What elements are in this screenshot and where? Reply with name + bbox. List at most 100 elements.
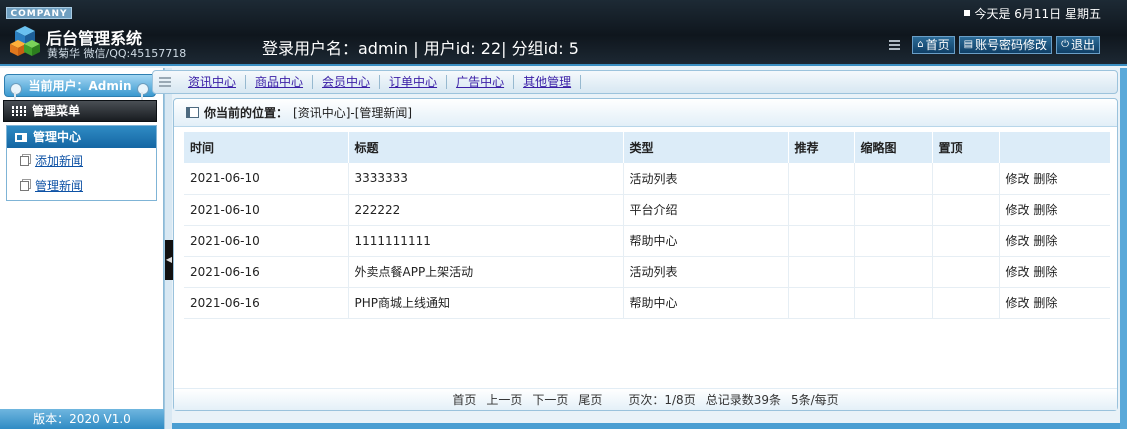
home-button-label: 首页: [925, 38, 950, 52]
per-page-info: 5条/每页: [790, 393, 839, 407]
first-page-link[interactable]: 首页: [452, 391, 476, 408]
account-password-button-label: 账号密码修改: [975, 38, 1048, 52]
cell-pinned: [932, 225, 1000, 257]
tab-news-center[interactable]: 资讯中心: [179, 75, 247, 89]
cell-actions: 修改 删除: [999, 287, 1110, 319]
cubes-logo-icon: [10, 26, 40, 56]
cell-title: 外卖点餐APP上架活动: [348, 256, 624, 288]
cell-type: 帮助中心: [623, 287, 789, 319]
tab-ad-center[interactable]: 广告中心: [447, 75, 515, 89]
cell-thumbnail: [854, 287, 933, 319]
cell-type: 活动列表: [623, 163, 789, 195]
table-header-row: 时间 标题 类型 推荐 缩略图 置顶: [184, 132, 1110, 163]
square-bullet-icon: [964, 10, 971, 16]
delete-link[interactable]: 删除: [1033, 234, 1057, 248]
column-header-type: 类型: [623, 132, 789, 163]
company-badge: COMPANY: [6, 7, 72, 19]
cell-recommend: [788, 287, 855, 319]
sidebar-splitter[interactable]: ◀: [164, 68, 173, 429]
cell-type: 帮助中心: [623, 225, 789, 257]
book-icon: [186, 107, 199, 118]
tab-product-center[interactable]: 商品中心: [246, 75, 314, 89]
date-text: 今天是 6月11日 星期五: [974, 7, 1101, 21]
prev-page-link[interactable]: 上一页: [486, 391, 522, 408]
document-icon: [20, 155, 29, 166]
sidebar-link-add-news[interactable]: 添加新闻: [35, 152, 83, 169]
delete-link[interactable]: 删除: [1033, 172, 1057, 186]
main-content-panel: 你当前的位置： [资讯中心]-[管理新闻] 时间 标题 类型 推荐 缩略图 置顶…: [173, 98, 1118, 411]
app-subtitle: 黄菊华 微信/QQ:45157718: [47, 47, 187, 60]
cell-pinned: [932, 256, 1000, 288]
cell-recommend: [788, 163, 855, 195]
panel-icon: [15, 132, 27, 142]
column-header-title: 标题: [348, 132, 624, 163]
cell-title: 1111111111: [348, 225, 624, 257]
cell-recommend: [788, 225, 855, 257]
column-header-pinned: 置顶: [932, 132, 1000, 163]
breadcrumb-label: 你当前的位置：: [204, 106, 289, 120]
cell-actions: 修改 删除: [999, 256, 1110, 288]
nav-group-box: 管理中心 添加新闻 管理新闻: [6, 125, 157, 201]
table-row: 2021-06-10 222222 平台介绍 修改 删除: [184, 194, 1110, 226]
cell-time: 2021-06-10: [184, 163, 349, 195]
cell-title: PHP商城上线通知: [348, 287, 624, 319]
account-password-button[interactable]: ▤ 账号密码修改: [958, 36, 1053, 54]
delete-link[interactable]: 删除: [1033, 296, 1057, 310]
cell-type: 平台介绍: [623, 194, 789, 226]
cell-time: 2021-06-10: [184, 225, 349, 257]
sidebar-item-add-news: 添加新闻: [7, 148, 156, 173]
right-border-strip: [1120, 68, 1127, 429]
account-icon: ▤: [963, 39, 974, 50]
logout-button-label: 退出: [1070, 38, 1095, 52]
edit-link[interactable]: 修改: [1006, 296, 1030, 310]
cell-time: 2021-06-16: [184, 256, 349, 288]
pagination-bar: 首页 上一页 下一页 尾页 页次：1/8页 总记录数39条 5条/每页: [174, 388, 1117, 410]
cell-recommend: [788, 256, 855, 288]
cell-thumbnail: [854, 225, 933, 257]
table-row: 2021-06-10 3333333 活动列表 修改 删除: [184, 163, 1110, 195]
cell-pinned: [932, 194, 1000, 226]
menu-grip-icon: [159, 77, 171, 87]
cell-recommend: [788, 194, 855, 226]
top-header: COMPANY 后台管理系统 黄菊华 微信/QQ:45157718 登录用户名：…: [0, 0, 1127, 66]
grid-icon: [12, 106, 26, 116]
table-row: 2021-06-10 1111111111 帮助中心 修改 删除: [184, 225, 1110, 257]
header-buttons: ⌂ 首页 ▤ 账号密码修改 ⏻ 退出: [912, 36, 1100, 54]
logout-button[interactable]: ⏻ 退出: [1056, 36, 1100, 54]
table-row: 2021-06-16 PHP商城上线通知 帮助中心 修改 删除: [184, 287, 1110, 319]
cell-actions: 修改 删除: [999, 163, 1110, 195]
last-page-link[interactable]: 尾页: [578, 391, 602, 408]
edit-link[interactable]: 修改: [1006, 234, 1030, 248]
document-icon: [20, 180, 29, 191]
tab-order-center[interactable]: 订单中心: [380, 75, 448, 89]
nav-group-management-center[interactable]: 管理中心: [7, 126, 156, 148]
next-page-link[interactable]: 下一页: [532, 391, 568, 408]
breadcrumb: 你当前的位置： [资讯中心]-[管理新闻]: [174, 99, 1117, 127]
login-info: 登录用户名：admin | 用户id: 22| 分组id: 5: [262, 39, 579, 58]
home-button[interactable]: ⌂ 首页: [912, 36, 955, 54]
cell-pinned: [932, 163, 1000, 195]
sidebar-item-manage-news: 管理新闻: [7, 173, 156, 198]
column-header-time: 时间: [184, 132, 349, 163]
tab-member-center[interactable]: 会员中心: [313, 75, 381, 89]
tab-other-management[interactable]: 其他管理: [514, 75, 582, 89]
column-header-actions: [999, 132, 1110, 163]
edit-link[interactable]: 修改: [1006, 172, 1030, 186]
top-nav-bar: 资讯中心 商品中心 会员中心 订单中心 广告中心 其他管理: [152, 70, 1118, 94]
cell-type: 活动列表: [623, 256, 789, 288]
menu-header: 管理菜单: [3, 100, 157, 122]
menu-header-label: 管理菜单: [32, 104, 81, 118]
collapse-arrow-icon[interactable]: ◀: [165, 240, 173, 280]
cell-pinned: [932, 287, 1000, 319]
delete-link[interactable]: 删除: [1033, 203, 1057, 217]
sidebar-link-manage-news[interactable]: 管理新闻: [35, 177, 83, 194]
date-display: 今天是 6月11日 星期五: [964, 5, 1101, 22]
power-icon: ⏻: [1061, 39, 1069, 50]
edit-link[interactable]: 修改: [1006, 203, 1030, 217]
delete-link[interactable]: 删除: [1033, 265, 1057, 279]
cell-actions: 修改 删除: [999, 194, 1110, 226]
cell-title: 3333333: [348, 163, 624, 195]
table-row: 2021-06-16 外卖点餐APP上架活动 活动列表 修改 删除: [184, 256, 1110, 288]
cell-thumbnail: [854, 256, 933, 288]
edit-link[interactable]: 修改: [1006, 265, 1030, 279]
